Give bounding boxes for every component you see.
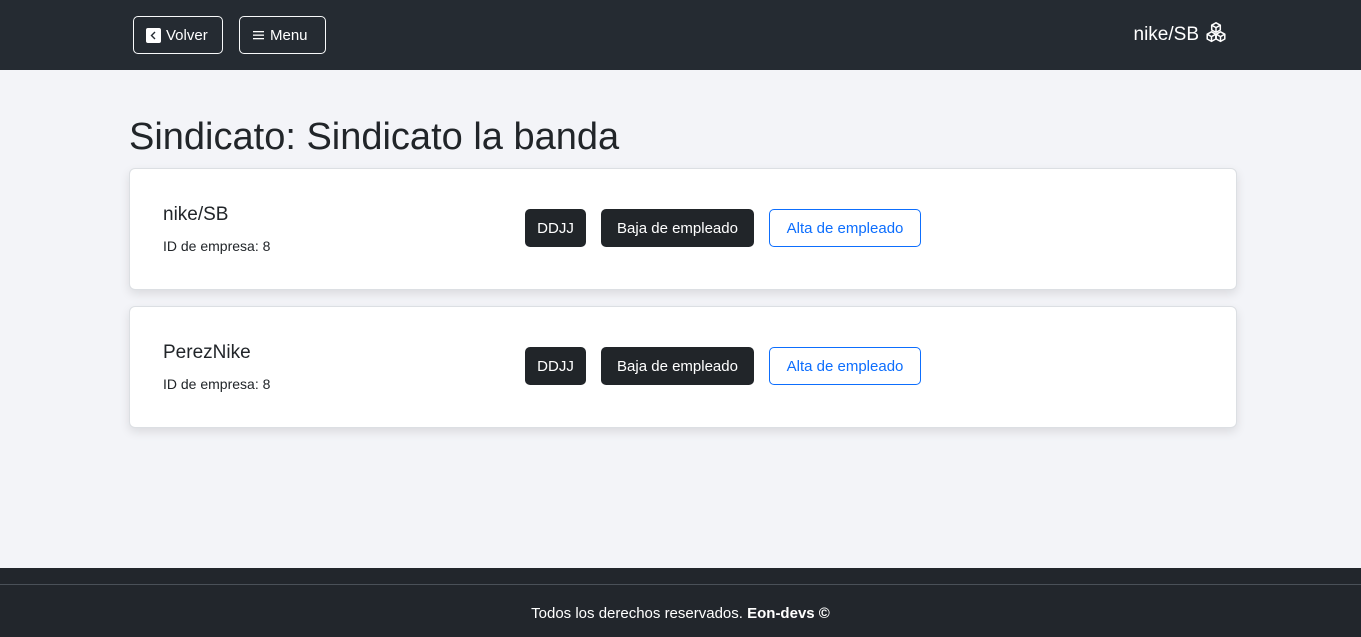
menu-button-label: Menu [270,26,308,44]
top-navbar: Volver Menu nike/SB [0,0,1361,70]
alta-empleado-button[interactable]: Alta de empleado [769,209,921,247]
baja-empleado-button[interactable]: Baja de empleado [601,209,754,247]
company-id: ID de empresa: 8 [163,238,271,254]
page-title: Sindicato: Sindicato la banda [129,116,620,158]
alta-empleado-button[interactable]: Alta de empleado [769,347,921,385]
company-card: PerezNike ID de empresa: 8 DDJJ Baja de … [129,306,1237,428]
company-card: nike/SB ID de empresa: 8 DDJJ Baja de em… [129,168,1237,290]
footer-brand: Eon-devs © [747,605,830,622]
menu-button[interactable]: Menu [239,16,326,54]
baja-empleado-button[interactable]: Baja de empleado [601,347,754,385]
hamburger-menu-icon [252,29,265,41]
company-id: ID de empresa: 8 [163,376,271,392]
footer: Todos los derechos reservados. Eon-devs … [0,568,1361,637]
back-button[interactable]: Volver [133,16,223,54]
company-name: nike/SB [163,204,229,225]
footer-text: Todos los derechos reservados. Eon-devs … [0,604,1361,624]
company-name: PerezNike [163,342,251,363]
brand-name: nike/SB [1133,24,1199,45]
ddjj-button[interactable]: DDJJ [525,347,586,385]
back-button-label: Volver [166,26,208,44]
ddjj-button[interactable]: DDJJ [525,209,586,247]
footer-divider [0,584,1361,585]
boxes-icon [1205,21,1227,49]
footer-rights: Todos los derechos reservados. [531,605,748,622]
arrow-left-square-icon [146,27,161,43]
navbar-brand[interactable]: nike/SB [1134,22,1227,48]
